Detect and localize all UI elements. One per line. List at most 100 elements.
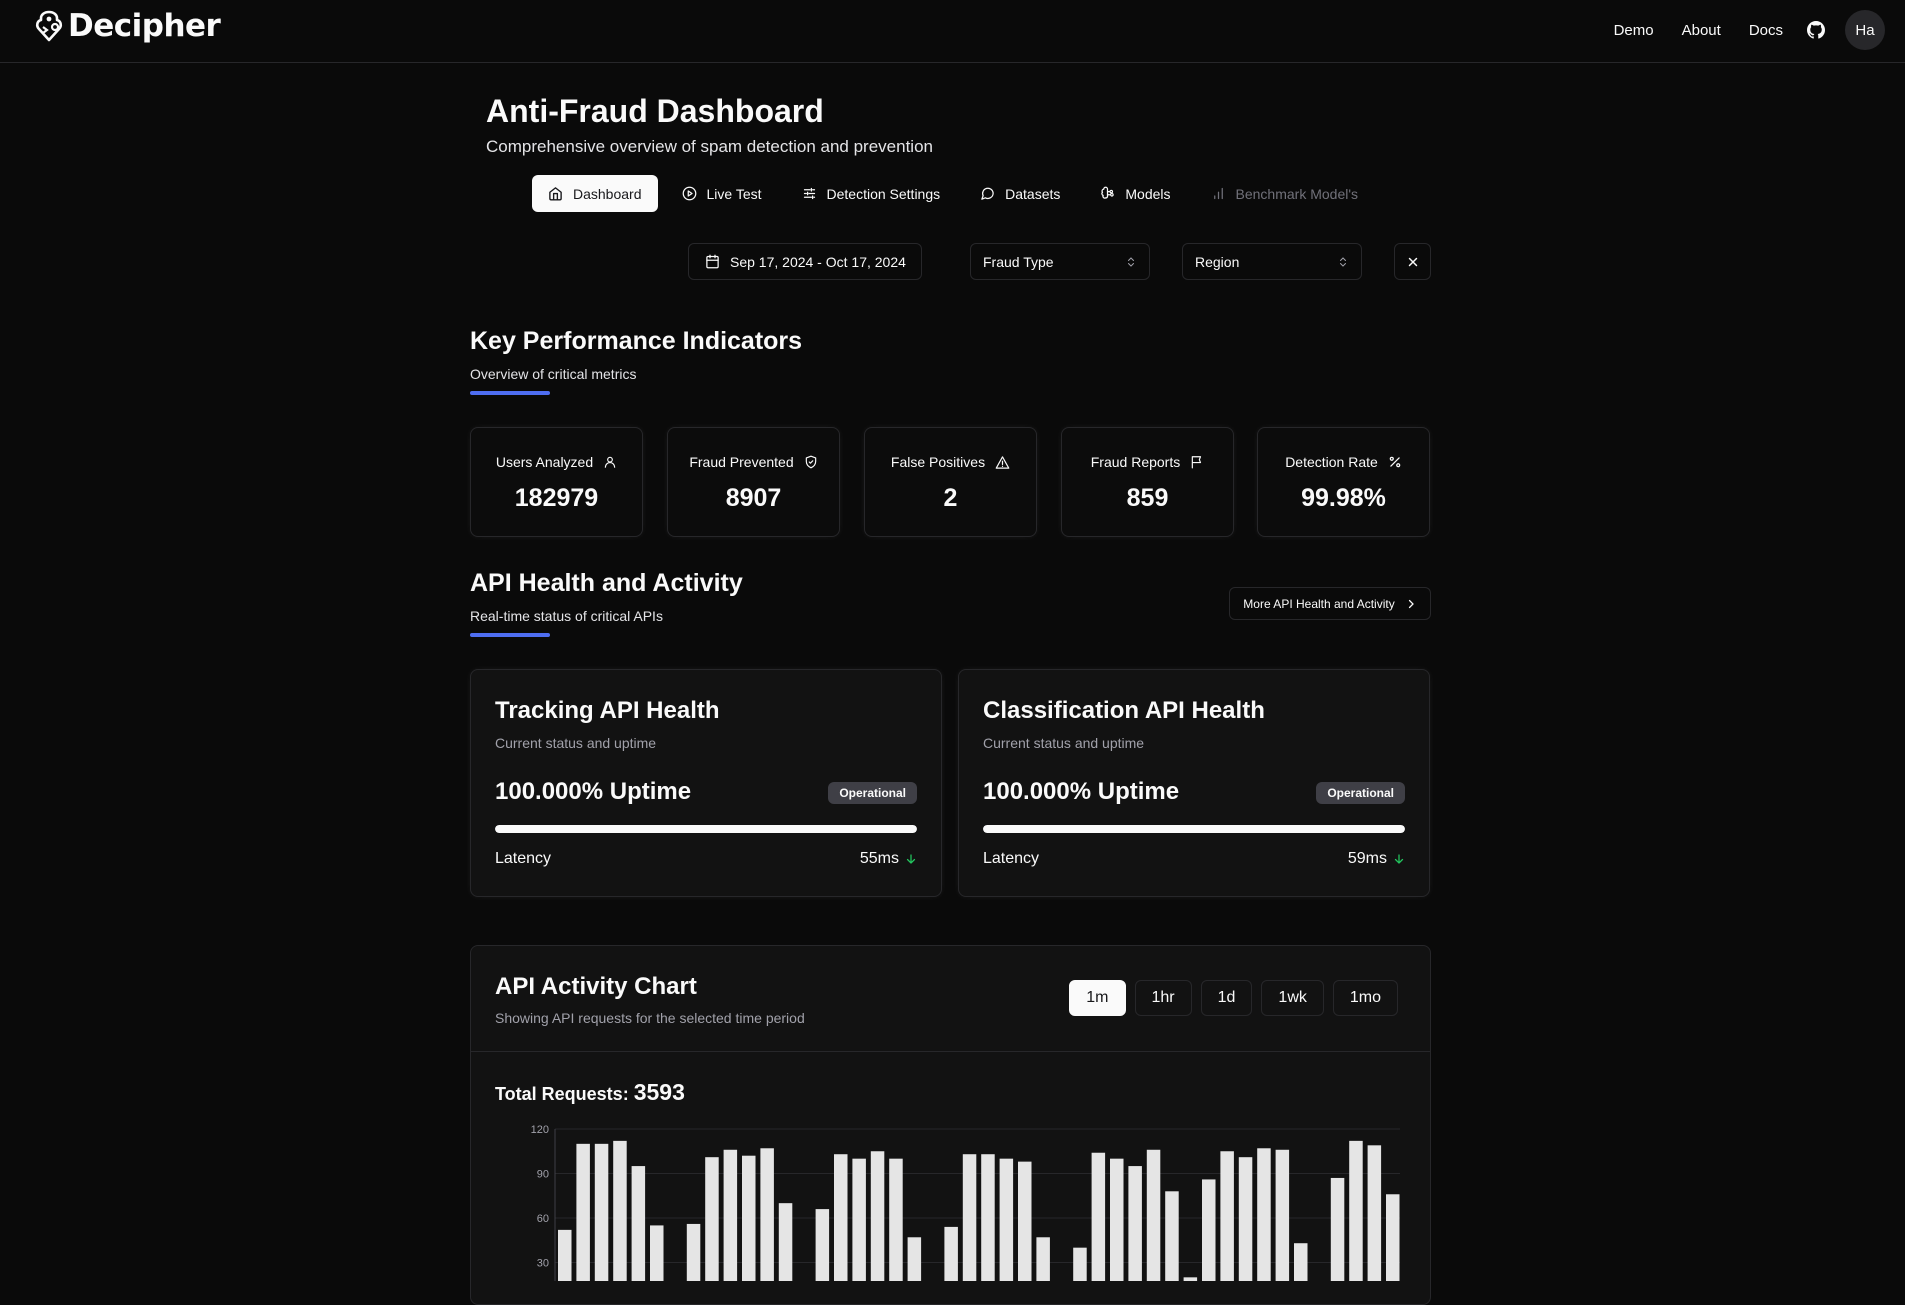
chart-divider: [471, 1051, 1430, 1052]
clear-filters-button[interactable]: [1394, 243, 1431, 280]
chart-bar[interactable]: [1183, 1277, 1198, 1281]
chart-bar[interactable]: [815, 1209, 830, 1281]
chart-bar[interactable]: [1330, 1177, 1345, 1281]
y-tick-label: 90: [537, 1169, 549, 1181]
kpi-section-underline: [470, 391, 550, 395]
range-1wk-button[interactable]: 1wk: [1261, 980, 1324, 1016]
latency-value: 59ms: [1347, 850, 1387, 867]
arrow-down-icon: [1393, 853, 1405, 865]
range-1m-button[interactable]: 1m: [1069, 980, 1126, 1016]
logo-icon: [34, 9, 64, 43]
y-tick-label: 120: [531, 1124, 549, 1136]
kpi-value: 8907: [725, 484, 782, 512]
percent-icon: [1388, 455, 1402, 469]
range-1d-button[interactable]: 1d: [1200, 980, 1253, 1016]
play-circle-icon: [682, 186, 697, 201]
y-tick-label: 60: [537, 1213, 549, 1225]
uptime-progress-fill: [983, 825, 1405, 833]
chart-bar[interactable]: [1294, 1243, 1308, 1281]
arrow-down-icon: [905, 853, 917, 865]
chart-bar[interactable]: [1238, 1157, 1253, 1281]
chart-bar[interactable]: [686, 1223, 701, 1281]
chart-bar[interactable]: [1110, 1158, 1124, 1281]
uptime-value: 100.000% Uptime: [983, 778, 1180, 805]
chart-bar[interactable]: [999, 1158, 1014, 1281]
chart-bar[interactable]: [889, 1158, 903, 1281]
chart-bar[interactable]: [723, 1149, 738, 1281]
chart-bar[interactable]: [650, 1225, 664, 1281]
fraud-type-select[interactable]: Fraud Type: [970, 243, 1150, 280]
chart-bar[interactable]: [907, 1237, 922, 1281]
github-icon[interactable]: [1807, 21, 1825, 39]
nav-docs-link[interactable]: Docs: [1749, 22, 1783, 39]
tab-bar: Dashboard Live Test Detection Settings D…: [532, 175, 1374, 212]
chart-bar[interactable]: [613, 1140, 627, 1281]
chart-bar[interactable]: [705, 1157, 719, 1281]
chart-bar[interactable]: [1367, 1145, 1382, 1281]
date-range-picker[interactable]: Sep 17, 2024 - Oct 17, 2024: [688, 243, 922, 280]
chart-bar[interactable]: [760, 1148, 774, 1281]
kpi-card-fraud-reports: Fraud Reports 859: [1061, 427, 1234, 537]
kpi-card-fraud-prevented: Fraud Prevented 8907: [667, 427, 840, 537]
chart-bar[interactable]: [558, 1229, 572, 1281]
total-requests: Total Requests: 3593: [495, 1079, 685, 1106]
chart-bar[interactable]: [1073, 1247, 1087, 1281]
tab-live-test[interactable]: Live Test: [666, 175, 778, 212]
chart-title: API Activity Chart: [495, 973, 697, 1000]
chart-bar[interactable]: [834, 1154, 848, 1281]
chevrons-up-down-icon: [1125, 256, 1137, 268]
api-activity-bar-chart: 30 60 90 120: [531, 1124, 1400, 1281]
shield-check-icon: [804, 455, 818, 469]
tab-dashboard[interactable]: Dashboard: [532, 175, 658, 212]
more-api-health-button[interactable]: More API Health and Activity: [1229, 587, 1431, 620]
chart-bar[interactable]: [981, 1154, 995, 1281]
range-1hr-button[interactable]: 1hr: [1134, 980, 1192, 1016]
classification-api-health-card: Classification API Health Current status…: [958, 669, 1430, 897]
logo[interactable]: Decipher: [34, 8, 221, 44]
kpi-value: 182979: [514, 484, 599, 512]
chart-bar[interactable]: [1386, 1194, 1400, 1281]
tab-datasets[interactable]: Datasets: [964, 175, 1076, 212]
chevrons-up-down-icon: [1337, 256, 1349, 268]
range-1mo-button[interactable]: 1mo: [1332, 980, 1398, 1016]
latency-value: 55ms: [859, 850, 899, 867]
chart-bar[interactable]: [778, 1203, 793, 1281]
chart-bar[interactable]: [1275, 1149, 1290, 1281]
region-value: Region: [1195, 253, 1240, 270]
chart-bar[interactable]: [1018, 1161, 1032, 1281]
chart-bar[interactable]: [631, 1166, 646, 1281]
chart-bar[interactable]: [1036, 1237, 1050, 1281]
chart-bar[interactable]: [594, 1143, 609, 1281]
chart-bar[interactable]: [1257, 1148, 1271, 1281]
chart-bar[interactable]: [1165, 1191, 1179, 1281]
kpi-label: False Positives: [890, 454, 986, 470]
chart-bar[interactable]: [1349, 1140, 1363, 1281]
chart-bar[interactable]: [742, 1155, 756, 1281]
chart-bar[interactable]: [1202, 1179, 1216, 1281]
region-select[interactable]: Region: [1182, 243, 1362, 280]
more-api-health-label: More API Health and Activity: [1243, 596, 1395, 611]
kpi-value: 2: [943, 484, 958, 512]
brain-icon: [1100, 186, 1115, 201]
status-badge: Operational: [1316, 782, 1405, 804]
bar-chart-icon: [1211, 186, 1226, 201]
alert-triangle-icon: [995, 455, 1010, 470]
tab-benchmark-models[interactable]: Benchmark Model's: [1195, 175, 1375, 212]
tab-label: Detection Settings: [826, 185, 941, 202]
chart-bar[interactable]: [1091, 1152, 1106, 1281]
chart-bar[interactable]: [870, 1151, 885, 1281]
chart-bar[interactable]: [1220, 1151, 1234, 1281]
tab-detection-settings[interactable]: Detection Settings: [786, 175, 957, 212]
tab-label: Dashboard: [573, 185, 642, 202]
chart-bar[interactable]: [852, 1158, 866, 1281]
api-section-title: API Health and Activity: [470, 569, 743, 597]
chart-bar[interactable]: [576, 1143, 590, 1281]
chart-bar[interactable]: [1128, 1166, 1142, 1281]
nav-about-link[interactable]: About: [1682, 22, 1721, 39]
nav-demo-link[interactable]: Demo: [1614, 22, 1654, 39]
chart-bar[interactable]: [944, 1226, 958, 1281]
tab-models[interactable]: Models: [1084, 175, 1186, 212]
chart-bar[interactable]: [1146, 1149, 1161, 1281]
chart-bar[interactable]: [962, 1154, 977, 1281]
avatar[interactable]: Ha: [1845, 10, 1885, 50]
